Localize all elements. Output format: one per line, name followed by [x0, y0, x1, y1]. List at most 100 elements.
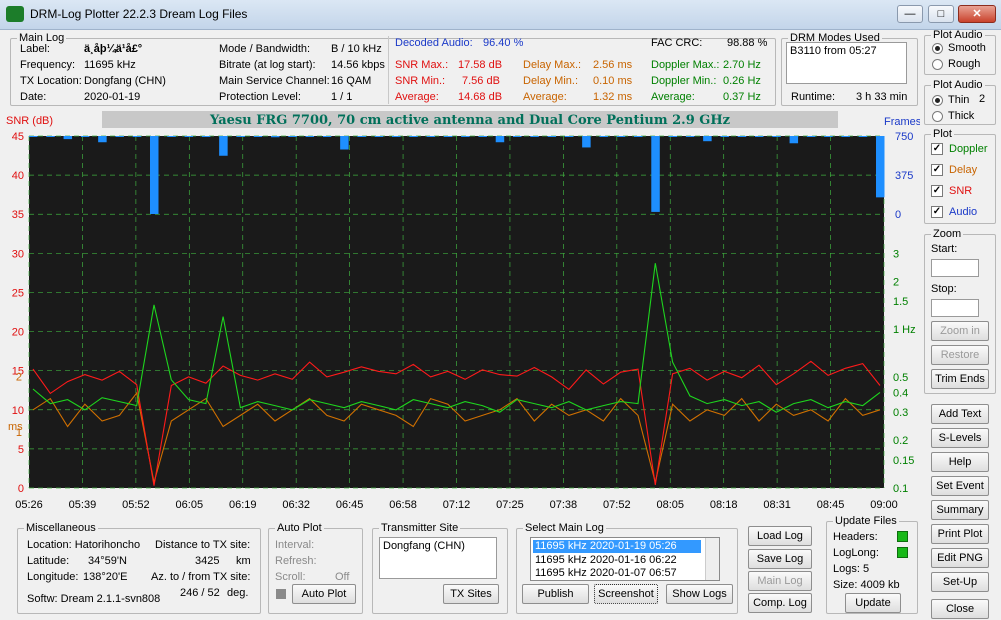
delay-avg-value: 1.32 ms	[593, 91, 633, 103]
log-list-item[interactable]: 11695 kHz 2020-01-07 06:57	[533, 567, 701, 580]
drm-modes-list[interactable]: B3110 from 05:27	[786, 42, 907, 84]
print-plot-button[interactable]: Print Plot	[931, 524, 989, 544]
s-levels-button[interactable]: S-Levels	[931, 428, 989, 448]
time-tick-label: 07:12	[443, 499, 471, 511]
tx-sites-button[interactable]: TX Sites	[443, 584, 499, 604]
update-button[interactable]: Update	[845, 593, 901, 613]
set-up-button[interactable]: Set-Up	[931, 572, 989, 592]
help-button[interactable]: Help	[931, 452, 989, 472]
runtime-value: 3 h 33 min	[856, 91, 908, 103]
audio-bar	[513, 136, 522, 137]
log-list-item[interactable]: 11695 kHz 2020-01-16 06:22	[533, 554, 701, 567]
restore-button[interactable]: Restore	[931, 345, 989, 365]
audio-bar	[322, 136, 332, 137]
rough-radio[interactable]	[932, 59, 943, 70]
auto-plot-legend: Auto Plot	[277, 522, 322, 534]
publish-button[interactable]: Publish	[522, 584, 589, 604]
set-event-button[interactable]: Set Event	[931, 476, 989, 496]
zoom-stop-label: Stop:	[931, 283, 957, 295]
log-list-scrollbar[interactable]	[705, 538, 719, 580]
maximize-button[interactable]: □	[928, 5, 954, 23]
audio-bar	[46, 136, 55, 137]
location-text: Location: Hatorihoncho	[27, 539, 141, 551]
loglong-status-led	[897, 547, 908, 558]
audio-checkbox[interactable]: ✓	[931, 206, 943, 218]
screenshot-button[interactable]: Screenshot	[594, 584, 658, 604]
frames-tick-label: 375	[895, 170, 913, 182]
longitude-value: 138°20'E	[83, 571, 128, 583]
audio-bar	[582, 136, 591, 148]
snr-checkbox[interactable]: ✓	[931, 185, 943, 197]
audio-bar	[288, 136, 297, 137]
edit-png-button[interactable]: Edit PNG	[931, 548, 989, 568]
load-log-button[interactable]: Load Log	[748, 526, 812, 546]
thick-radio[interactable]	[932, 111, 943, 122]
thin-radio[interactable]	[932, 95, 943, 106]
audio-bar	[478, 136, 487, 137]
log-list[interactable]: 11695 kHz 2020-01-19 05:26 11695 kHz 202…	[530, 537, 720, 581]
smooth-radio[interactable]	[932, 43, 943, 54]
auto-plot-indicator	[276, 589, 286, 599]
auto-plot-button[interactable]: Auto Plot	[292, 584, 356, 604]
window-title: DRM-Log Plotter 22.2.3 Dream Log Files	[30, 7, 248, 21]
main-log-button[interactable]: Main Log	[748, 571, 812, 591]
doppler-tick-label: 2	[893, 276, 899, 288]
audio-bar	[599, 136, 608, 137]
frames-tick-label: 0	[895, 209, 901, 221]
time-tick-label: 05:39	[69, 499, 97, 511]
log-list-item[interactable]: 11695 kHz 2020-01-19 05:26	[533, 540, 701, 553]
interval-label: Interval:	[275, 539, 315, 551]
snr-axis-label: SNR (dB)	[6, 115, 53, 127]
snr-check-label: SNR	[949, 185, 973, 197]
msc-value: 16 QAM	[331, 75, 372, 87]
trim-ends-button[interactable]: Trim Ends	[931, 369, 989, 389]
line-width-value[interactable]: 2	[979, 93, 985, 105]
doppler-tick-label: 0.3	[893, 407, 908, 419]
doppler-tick-label: 0.2	[893, 435, 908, 447]
time-ticks: 05:26 05:39 05:52 06:05 06:19 06:32 06:45 06:58…	[15, 499, 898, 511]
thin-label: Thin	[948, 94, 970, 106]
doppler-max-value: 2.70 Hz	[723, 59, 761, 71]
audio-bar	[651, 136, 660, 212]
delay-max-key: Delay Max.:	[523, 59, 582, 71]
zoom-start-label: Start:	[931, 243, 958, 255]
audio-bar	[737, 136, 747, 137]
audio-bar	[340, 136, 349, 150]
snr-tick-label: 5	[18, 444, 24, 456]
audio-bar	[374, 136, 384, 137]
summary-button[interactable]: Summary	[931, 500, 989, 520]
close-button[interactable]: Close	[931, 599, 989, 619]
delay-checkbox[interactable]: ✓	[931, 164, 943, 176]
add-text-button[interactable]: Add Text	[931, 404, 989, 424]
audio-bar	[357, 136, 366, 137]
frames-axis-label: Frames	[884, 116, 920, 128]
doppler-tick-label: 0.15	[893, 455, 914, 467]
doppler-avg-value: 0.37 Hz	[723, 91, 761, 103]
delay-tick-label: 1	[16, 427, 22, 439]
comp-log-button[interactable]: Comp. Log	[748, 593, 812, 613]
audio-bar	[80, 136, 90, 137]
save-log-button[interactable]: Save Log	[748, 549, 812, 569]
minimize-button[interactable]: —	[897, 5, 923, 23]
doppler-avg-key: Average:	[651, 91, 695, 103]
show-logs-button[interactable]: Show Logs	[666, 584, 733, 604]
audio-bar	[720, 136, 729, 137]
loglong-label: LogLong:	[833, 547, 879, 559]
time-tick-label: 08:31	[763, 499, 791, 511]
title-bar: DRM-Log Plotter 22.2.3 Dream Log Files —…	[0, 0, 1001, 30]
audio-bar	[271, 136, 280, 138]
audio-bar	[98, 136, 107, 143]
time-tick-label: 06:45	[336, 499, 364, 511]
audio-bar	[530, 136, 539, 137]
snr-tick-label: 30	[12, 248, 24, 260]
tx-site-list[interactable]: Dongfang (CHN)	[379, 537, 497, 579]
zoom-stop-input[interactable]	[931, 299, 979, 317]
close-window-button[interactable]: ✕	[958, 5, 996, 23]
doppler-checkbox[interactable]: ✓	[931, 143, 943, 155]
audio-bar	[841, 136, 850, 137]
zoom-start-input[interactable]	[931, 259, 979, 277]
frequency-value: 11695 kHz	[84, 59, 136, 71]
zoom-in-button[interactable]: Zoom in	[931, 321, 989, 341]
audio-bar	[547, 136, 557, 137]
audio-bar	[789, 136, 799, 144]
